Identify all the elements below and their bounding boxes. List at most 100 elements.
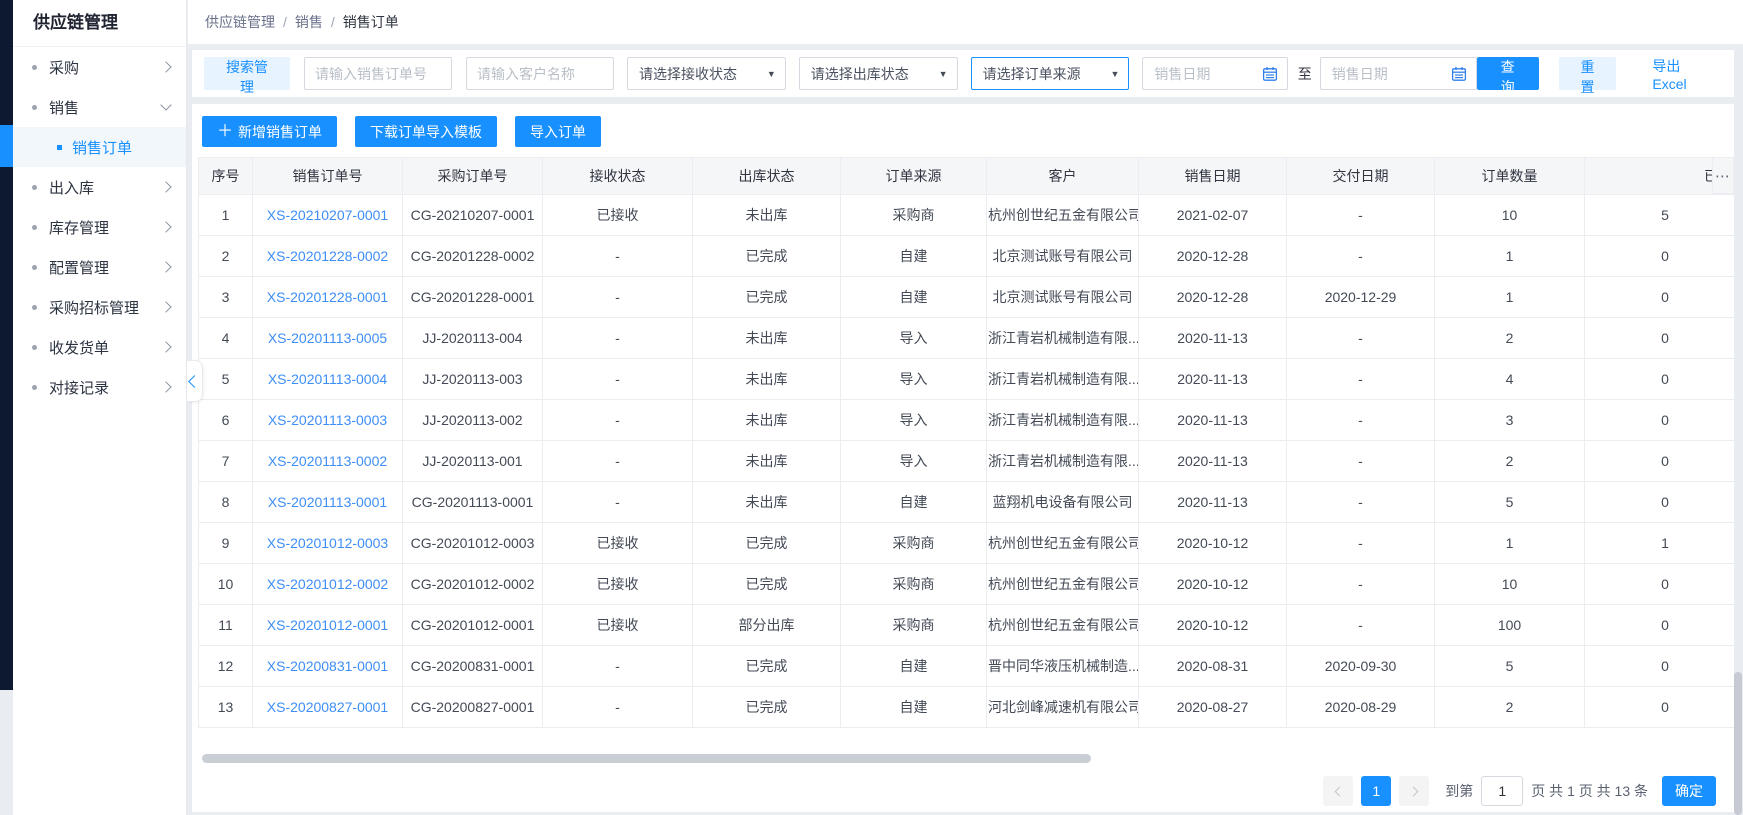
export-excel-link[interactable]: 导出Excel	[1652, 56, 1710, 92]
cell-sales-no: XS-20201228-0002	[253, 236, 403, 277]
cell-outbound-status: 未出库	[693, 482, 841, 523]
sidebar-collapse-toggle[interactable]	[187, 360, 203, 402]
sidebar-item-procurement[interactable]: 采购	[13, 47, 186, 87]
sidebar-item-receipt-dispatch[interactable]: 收发货单	[13, 327, 186, 367]
cell-receive-status: -	[543, 441, 693, 482]
table-row: 2XS-20201228-0002CG-20201228-0002-已完成自建北…	[199, 236, 1735, 277]
cell-source: 采购商	[841, 195, 987, 236]
horizontal-scrollbar-thumb[interactable]	[202, 754, 1091, 763]
sales-order-link[interactable]: XS-20201012-0001	[267, 617, 388, 633]
sales-order-link[interactable]: XS-20201113-0001	[268, 494, 387, 510]
prev-page-button[interactable]	[1323, 776, 1353, 806]
query-button[interactable]: 查询	[1477, 57, 1539, 90]
sidebar-item-procurement-bidding[interactable]: 采购招标管理	[13, 287, 186, 327]
cell-customer: 晋中同华液压机械制造...	[987, 646, 1139, 687]
cell-delivery-date: -	[1287, 564, 1435, 605]
cell-qty: 10	[1435, 564, 1585, 605]
sales-order-link[interactable]: XS-20201113-0004	[268, 371, 387, 387]
cell-purchase-no: CG-20210207-0001	[403, 195, 543, 236]
search-manage-button[interactable]: 搜索管理	[204, 57, 290, 90]
cell-source: 导入	[841, 359, 987, 400]
sidebar-item-in-out-warehouse[interactable]: 出入库	[13, 167, 186, 207]
import-orders-button[interactable]: 导入订单	[515, 116, 601, 147]
chevron-right-icon	[160, 381, 171, 392]
confirm-page-button[interactable]: 确定	[1662, 776, 1716, 806]
sales-order-link[interactable]: XS-20201228-0001	[267, 289, 388, 305]
sales-date-start-input[interactable]: 销售日期	[1142, 57, 1287, 90]
cell-sales-date: 2020-10-12	[1139, 564, 1287, 605]
cell-outbound-status: 已完成	[693, 523, 841, 564]
sales-date-end-input[interactable]: 销售日期	[1320, 57, 1477, 90]
sales-order-link[interactable]: XS-20210207-0001	[267, 207, 388, 223]
vertical-scrollbar-thumb[interactable]	[1734, 672, 1742, 815]
sales-date-end-placeholder: 销售日期	[1332, 64, 1451, 84]
outbound-status-select[interactable]: 请选择出库状态 ▼	[799, 57, 958, 90]
column-header: 销售日期	[1139, 158, 1287, 195]
cell-source: 自建	[841, 687, 987, 728]
chevron-right-icon	[160, 61, 171, 72]
sidebar-item-docking-records[interactable]: 对接记录	[13, 367, 186, 407]
cell-purchase-no: CG-20201012-0001	[403, 605, 543, 646]
cell-outbound-status: 未出库	[693, 400, 841, 441]
cell-sales-no: XS-20201228-0001	[253, 277, 403, 318]
cell-sales-no: XS-20201113-0005	[253, 318, 403, 359]
sales-order-link[interactable]: XS-20200827-0001	[267, 699, 388, 715]
cell-customer: 北京测试账号有限公司	[987, 236, 1139, 277]
sidebar-item-label: 对接记录	[49, 377, 162, 398]
search-actions: 查询 重置 导出Excel	[1477, 56, 1734, 92]
column-header: 序号	[199, 158, 253, 195]
column-header: 客户	[987, 158, 1139, 195]
sidebar-menu: 采购销售销售订单出入库库存管理配置管理采购招标管理收发货单对接记录	[13, 47, 186, 407]
receive-status-select[interactable]: 请选择接收状态 ▼	[627, 57, 786, 90]
cell-shipped: 0	[1585, 318, 1735, 359]
cell-qty: 2	[1435, 441, 1585, 482]
sidebar-item-inventory[interactable]: 库存管理	[13, 207, 186, 247]
customer-name-input[interactable]	[466, 57, 614, 90]
sales-order-link[interactable]: XS-20200831-0001	[267, 658, 388, 674]
sales-order-no-input[interactable]	[304, 57, 452, 90]
cell-sales-date: 2020-11-13	[1139, 318, 1287, 359]
caret-down-icon: ▼	[1110, 69, 1119, 79]
sales-order-link[interactable]: XS-20201012-0003	[267, 535, 388, 551]
cell-customer: 杭州创世纪五金有限公司	[987, 605, 1139, 646]
calendar-icon	[1262, 66, 1278, 82]
cell-sales-no: XS-20201113-0003	[253, 400, 403, 441]
breadcrumb-item[interactable]: 销售	[295, 12, 323, 32]
cell-receive-status: -	[543, 277, 693, 318]
sales-order-link[interactable]: XS-20201113-0005	[268, 330, 387, 346]
collapsed-nav-rail	[0, 0, 13, 690]
goto-page-label: 到第	[1445, 781, 1473, 801]
cell-customer: 浙江青岩机械制造有限...	[987, 441, 1139, 482]
order-source-select[interactable]: 请选择订单来源 ▼	[971, 57, 1130, 90]
cell-receive-status: -	[543, 236, 693, 277]
cell-shipped: 0	[1585, 605, 1735, 646]
download-import-template-button[interactable]: 下载订单导入模板	[355, 116, 497, 147]
cell-receive-status: -	[543, 359, 693, 400]
cell-purchase-no: CG-20201228-0001	[403, 277, 543, 318]
sales-order-link[interactable]: XS-20201228-0002	[267, 248, 388, 264]
cell-shipped: 0	[1585, 482, 1735, 523]
sidebar-subitem-sales-order[interactable]: 销售订单	[13, 127, 186, 167]
sales-order-link[interactable]: XS-20201113-0002	[268, 453, 387, 469]
breadcrumb-separator: /	[283, 14, 287, 30]
cell-seq: 8	[199, 482, 253, 523]
cell-purchase-no: CG-20201228-0002	[403, 236, 543, 277]
cell-purchase-no: JJ-2020113-003	[403, 359, 543, 400]
breadcrumb-item[interactable]: 供应链管理	[205, 12, 275, 32]
sidebar-item-sales[interactable]: 销售	[13, 87, 186, 127]
reset-button[interactable]: 重置	[1559, 57, 1617, 90]
sales-order-link[interactable]: XS-20201012-0002	[267, 576, 388, 592]
next-page-button[interactable]	[1399, 776, 1429, 806]
horizontal-scrollbar[interactable]	[202, 754, 1734, 763]
table-row: 9XS-20201012-0003CG-20201012-0003已接收已完成采…	[199, 523, 1735, 564]
cell-shipped: 0	[1585, 646, 1735, 687]
cell-source: 自建	[841, 277, 987, 318]
table-row: 11XS-20201012-0001CG-20201012-0001已接收部分出…	[199, 605, 1735, 646]
more-columns-button[interactable]: ⋯	[1712, 157, 1734, 194]
goto-page-input[interactable]	[1481, 776, 1523, 806]
sales-order-link[interactable]: XS-20201113-0003	[268, 412, 387, 428]
add-sales-order-button[interactable]: ＋ 新增销售订单	[202, 116, 337, 147]
page-number-button[interactable]: 1	[1361, 776, 1391, 806]
sidebar-item-configuration[interactable]: 配置管理	[13, 247, 186, 287]
cell-purchase-no: CG-20201012-0003	[403, 523, 543, 564]
